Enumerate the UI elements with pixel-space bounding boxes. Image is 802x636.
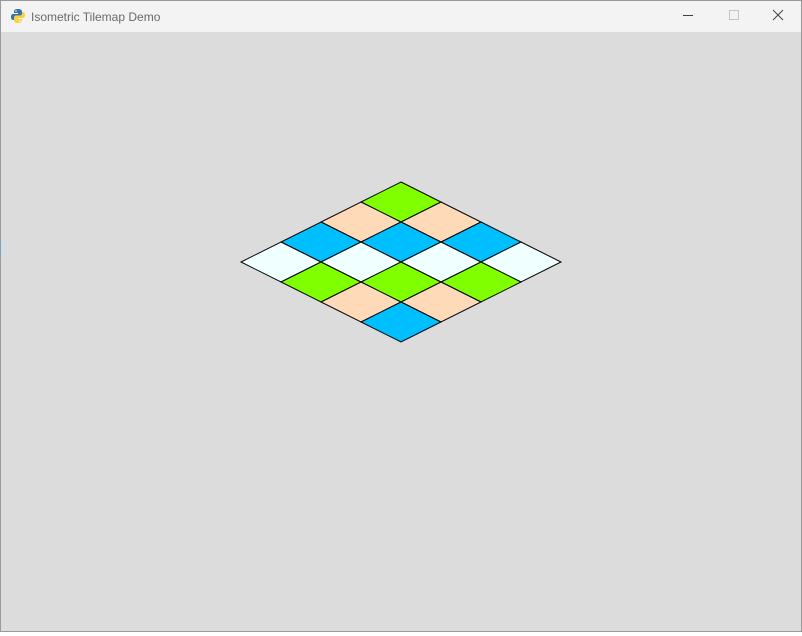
- maximize-icon: [728, 8, 740, 26]
- minimize-button[interactable]: [665, 1, 711, 32]
- game-canvas[interactable]: [1, 32, 801, 631]
- window-edge-highlight: [1, 241, 3, 257]
- isometric-tilemap: [239, 181, 563, 343]
- close-icon: [772, 8, 784, 26]
- maximize-button[interactable]: [711, 1, 757, 32]
- close-button[interactable]: [755, 1, 801, 32]
- window-title: Isometric Tilemap Demo: [31, 10, 161, 24]
- minimize-icon: [682, 8, 694, 26]
- title-bar[interactable]: Isometric Tilemap Demo: [1, 1, 801, 32]
- python-snake-icon: [10, 8, 26, 24]
- app-window: Isometric Tilemap Demo: [0, 0, 802, 632]
